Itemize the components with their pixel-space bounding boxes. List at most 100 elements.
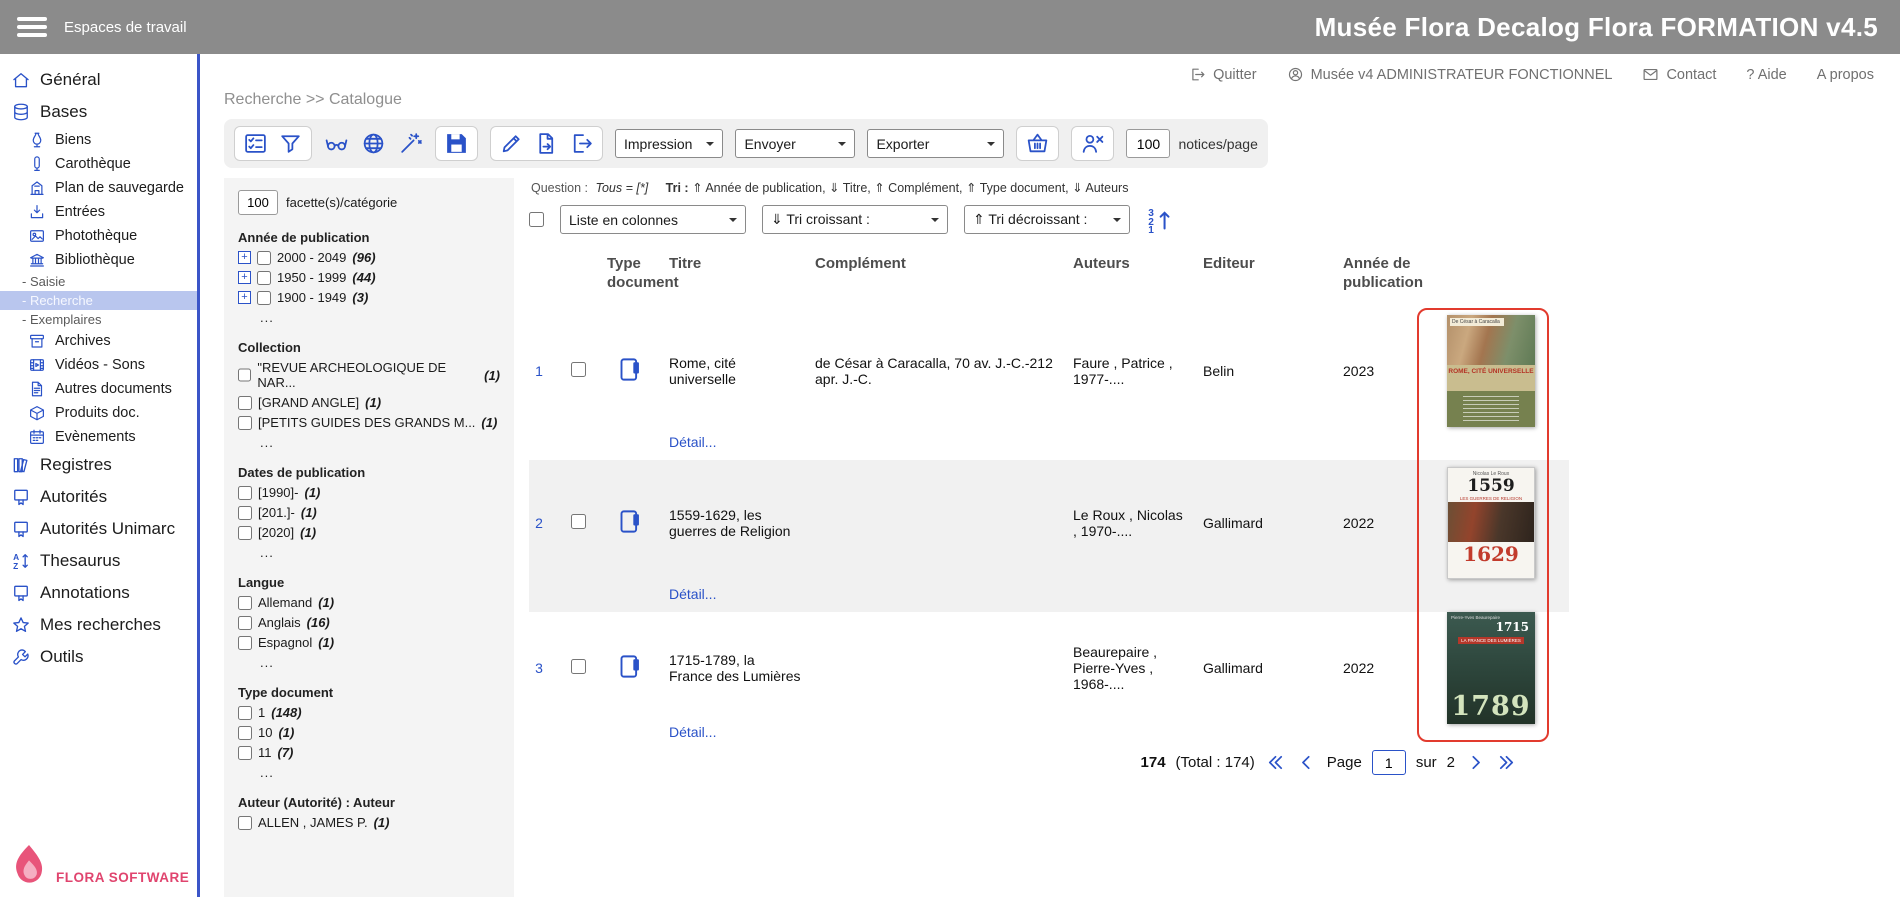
sidebar-item-evenements[interactable]: Evènements bbox=[0, 425, 197, 449]
save-icon[interactable] bbox=[444, 131, 469, 156]
row-checkbox[interactable] bbox=[571, 659, 586, 674]
sidebar-item-autres-documents[interactable]: Autres documents bbox=[0, 377, 197, 401]
col-header-titre: Titre bbox=[669, 254, 815, 292]
first-page-icon[interactable] bbox=[1265, 752, 1286, 773]
book-cover-thumbnail[interactable]: De César à Caracalla ROME, CITÉ UNIVERSE… bbox=[1447, 315, 1535, 427]
sidebar-item-registres[interactable]: Registres bbox=[0, 449, 197, 481]
facet-more-link[interactable]: ... bbox=[260, 435, 500, 450]
next-page-icon[interactable] bbox=[1465, 752, 1486, 773]
row-number-link[interactable]: 2 bbox=[529, 515, 563, 531]
sidebar-item-produits-doc[interactable]: Produits doc. bbox=[0, 401, 197, 425]
sidebar-item-videos-sons[interactable]: Vidéos - Sons bbox=[0, 353, 197, 377]
sidebar-item-autorites-unimarc[interactable]: Autorités Unimarc bbox=[0, 513, 197, 545]
document-type-icon[interactable] bbox=[617, 356, 644, 383]
row-number-link[interactable]: 3 bbox=[529, 660, 563, 676]
export-arrow-icon[interactable] bbox=[569, 131, 594, 156]
facet-more-link[interactable]: ... bbox=[260, 545, 500, 560]
facet-more-link[interactable]: ... bbox=[260, 655, 500, 670]
expand-plus-icon[interactable] bbox=[238, 251, 251, 264]
row-checkbox[interactable] bbox=[571, 514, 586, 529]
about-link[interactable]: A propos bbox=[1817, 67, 1874, 83]
col-header-auteurs: Auteurs bbox=[1073, 254, 1203, 292]
facet-checkbox[interactable] bbox=[238, 506, 252, 520]
detail-link[interactable]: Détail... bbox=[669, 586, 716, 602]
facet-checkbox[interactable] bbox=[257, 271, 271, 285]
facet-checkbox[interactable] bbox=[238, 368, 251, 382]
sort-descending-select[interactable]: ⇑ Tri décroissant : bbox=[964, 205, 1130, 234]
facet-count-input[interactable] bbox=[238, 190, 278, 215]
quit-button[interactable]: Quitter bbox=[1189, 66, 1257, 83]
detail-link[interactable]: Détail... bbox=[669, 724, 716, 740]
facet-more-link[interactable]: ... bbox=[260, 310, 500, 325]
edit-pencil-icon[interactable] bbox=[499, 131, 524, 156]
facet-checkbox[interactable] bbox=[238, 616, 252, 630]
sort-ascending-select[interactable]: ⇓ Tri croissant : bbox=[762, 205, 948, 234]
globe-icon[interactable] bbox=[361, 131, 386, 156]
detail-link[interactable]: Détail... bbox=[669, 434, 716, 450]
facet-label: 11 bbox=[258, 745, 272, 760]
facet-more-link[interactable]: ... bbox=[260, 765, 500, 780]
expand-plus-icon[interactable] bbox=[238, 271, 251, 284]
export-select[interactable]: Exporter bbox=[867, 129, 1004, 158]
sidebar-item-saisie[interactable]: - Saisie bbox=[0, 272, 197, 291]
sidebar-item-general[interactable]: Général bbox=[0, 64, 197, 96]
sidebar-item-exemplaires[interactable]: - Exemplaires bbox=[0, 310, 197, 329]
help-link[interactable]: ? Aide bbox=[1746, 67, 1786, 83]
sidebar-item-outils[interactable]: Outils bbox=[0, 641, 197, 673]
facet-checkbox[interactable] bbox=[238, 416, 252, 430]
print-select[interactable]: Impression bbox=[615, 129, 723, 158]
sort-order-icon[interactable]: 321 bbox=[1146, 206, 1173, 233]
sidebar-item-recherche[interactable]: - Recherche bbox=[0, 291, 197, 310]
facet-count: (1) bbox=[318, 635, 334, 650]
basket-icon[interactable] bbox=[1025, 131, 1050, 156]
facet-checkbox[interactable] bbox=[238, 816, 252, 830]
book-cover-thumbnail[interactable]: Pierre-Yves Beaurepaire 1715 LA FRANCE D… bbox=[1447, 612, 1535, 724]
filter-icon[interactable] bbox=[278, 131, 303, 156]
sidebar-item-phototheque[interactable]: Photothèque bbox=[0, 224, 197, 248]
facet-checkbox[interactable] bbox=[238, 726, 252, 740]
facet-checkbox[interactable] bbox=[238, 486, 252, 500]
magic-wand-icon[interactable] bbox=[398, 131, 423, 156]
previous-page-icon[interactable] bbox=[1296, 752, 1317, 773]
document-type-icon[interactable] bbox=[617, 653, 644, 680]
contact-link[interactable]: Contact bbox=[1642, 66, 1716, 83]
facet-checkbox[interactable] bbox=[257, 291, 271, 305]
page-input[interactable] bbox=[1372, 750, 1406, 775]
sidebar-item-biens[interactable]: Biens bbox=[0, 128, 197, 152]
row-number-link[interactable]: 1 bbox=[529, 363, 563, 379]
facet-checkbox[interactable] bbox=[238, 706, 252, 720]
facet-checkbox[interactable] bbox=[238, 636, 252, 650]
sidebar-item-autorites[interactable]: Autorités bbox=[0, 481, 197, 513]
sidebar-item-bases[interactable]: Bases bbox=[0, 96, 197, 128]
sidebar-item-plan-sauvegarde[interactable]: Plan de sauvegarde bbox=[0, 176, 197, 200]
send-select[interactable]: Envoyer bbox=[735, 129, 855, 158]
sidebar-item-carotheque[interactable]: Carothèque bbox=[0, 152, 197, 176]
page-arrow-icon[interactable] bbox=[534, 131, 559, 156]
notices-per-page-input[interactable] bbox=[1126, 129, 1170, 158]
sidebar-item-annotations[interactable]: Annotations bbox=[0, 577, 197, 609]
view-glasses-icon[interactable] bbox=[324, 131, 349, 156]
facet-checkbox[interactable] bbox=[257, 251, 271, 265]
expand-plus-icon[interactable] bbox=[238, 291, 251, 304]
facet-checkbox[interactable] bbox=[238, 746, 252, 760]
select-all-checkbox[interactable] bbox=[529, 212, 544, 227]
view-mode-select[interactable]: Liste en colonnes bbox=[560, 205, 746, 234]
last-page-icon[interactable] bbox=[1496, 752, 1517, 773]
cover-subtitle: LES GUERRES DE RELIGION bbox=[1448, 496, 1534, 501]
result-list-icon[interactable] bbox=[243, 131, 268, 156]
sidebar-item-entrees[interactable]: Entrées bbox=[0, 200, 197, 224]
user-remove-icon[interactable] bbox=[1080, 131, 1105, 156]
facet-checkbox[interactable] bbox=[238, 396, 252, 410]
workspace-label[interactable]: Espaces de travail bbox=[64, 19, 187, 36]
document-type-icon[interactable] bbox=[617, 508, 644, 535]
row-checkbox[interactable] bbox=[571, 362, 586, 377]
menu-icon[interactable] bbox=[17, 13, 47, 41]
sidebar-item-bibliotheque[interactable]: Bibliothèque bbox=[0, 248, 197, 272]
sidebar-item-mes-recherches[interactable]: Mes recherches bbox=[0, 609, 197, 641]
book-cover-thumbnail[interactable]: Nicolas Le Roux 1559 LES GUERRES DE RELI… bbox=[1447, 467, 1535, 579]
facet-checkbox[interactable] bbox=[238, 526, 252, 540]
sidebar-item-thesaurus[interactable]: Thesaurus bbox=[0, 545, 197, 577]
current-user[interactable]: Musée v4 ADMINISTRATEUR FONCTIONNEL bbox=[1287, 66, 1613, 83]
sidebar-item-archives[interactable]: Archives bbox=[0, 329, 197, 353]
facet-checkbox[interactable] bbox=[238, 596, 252, 610]
